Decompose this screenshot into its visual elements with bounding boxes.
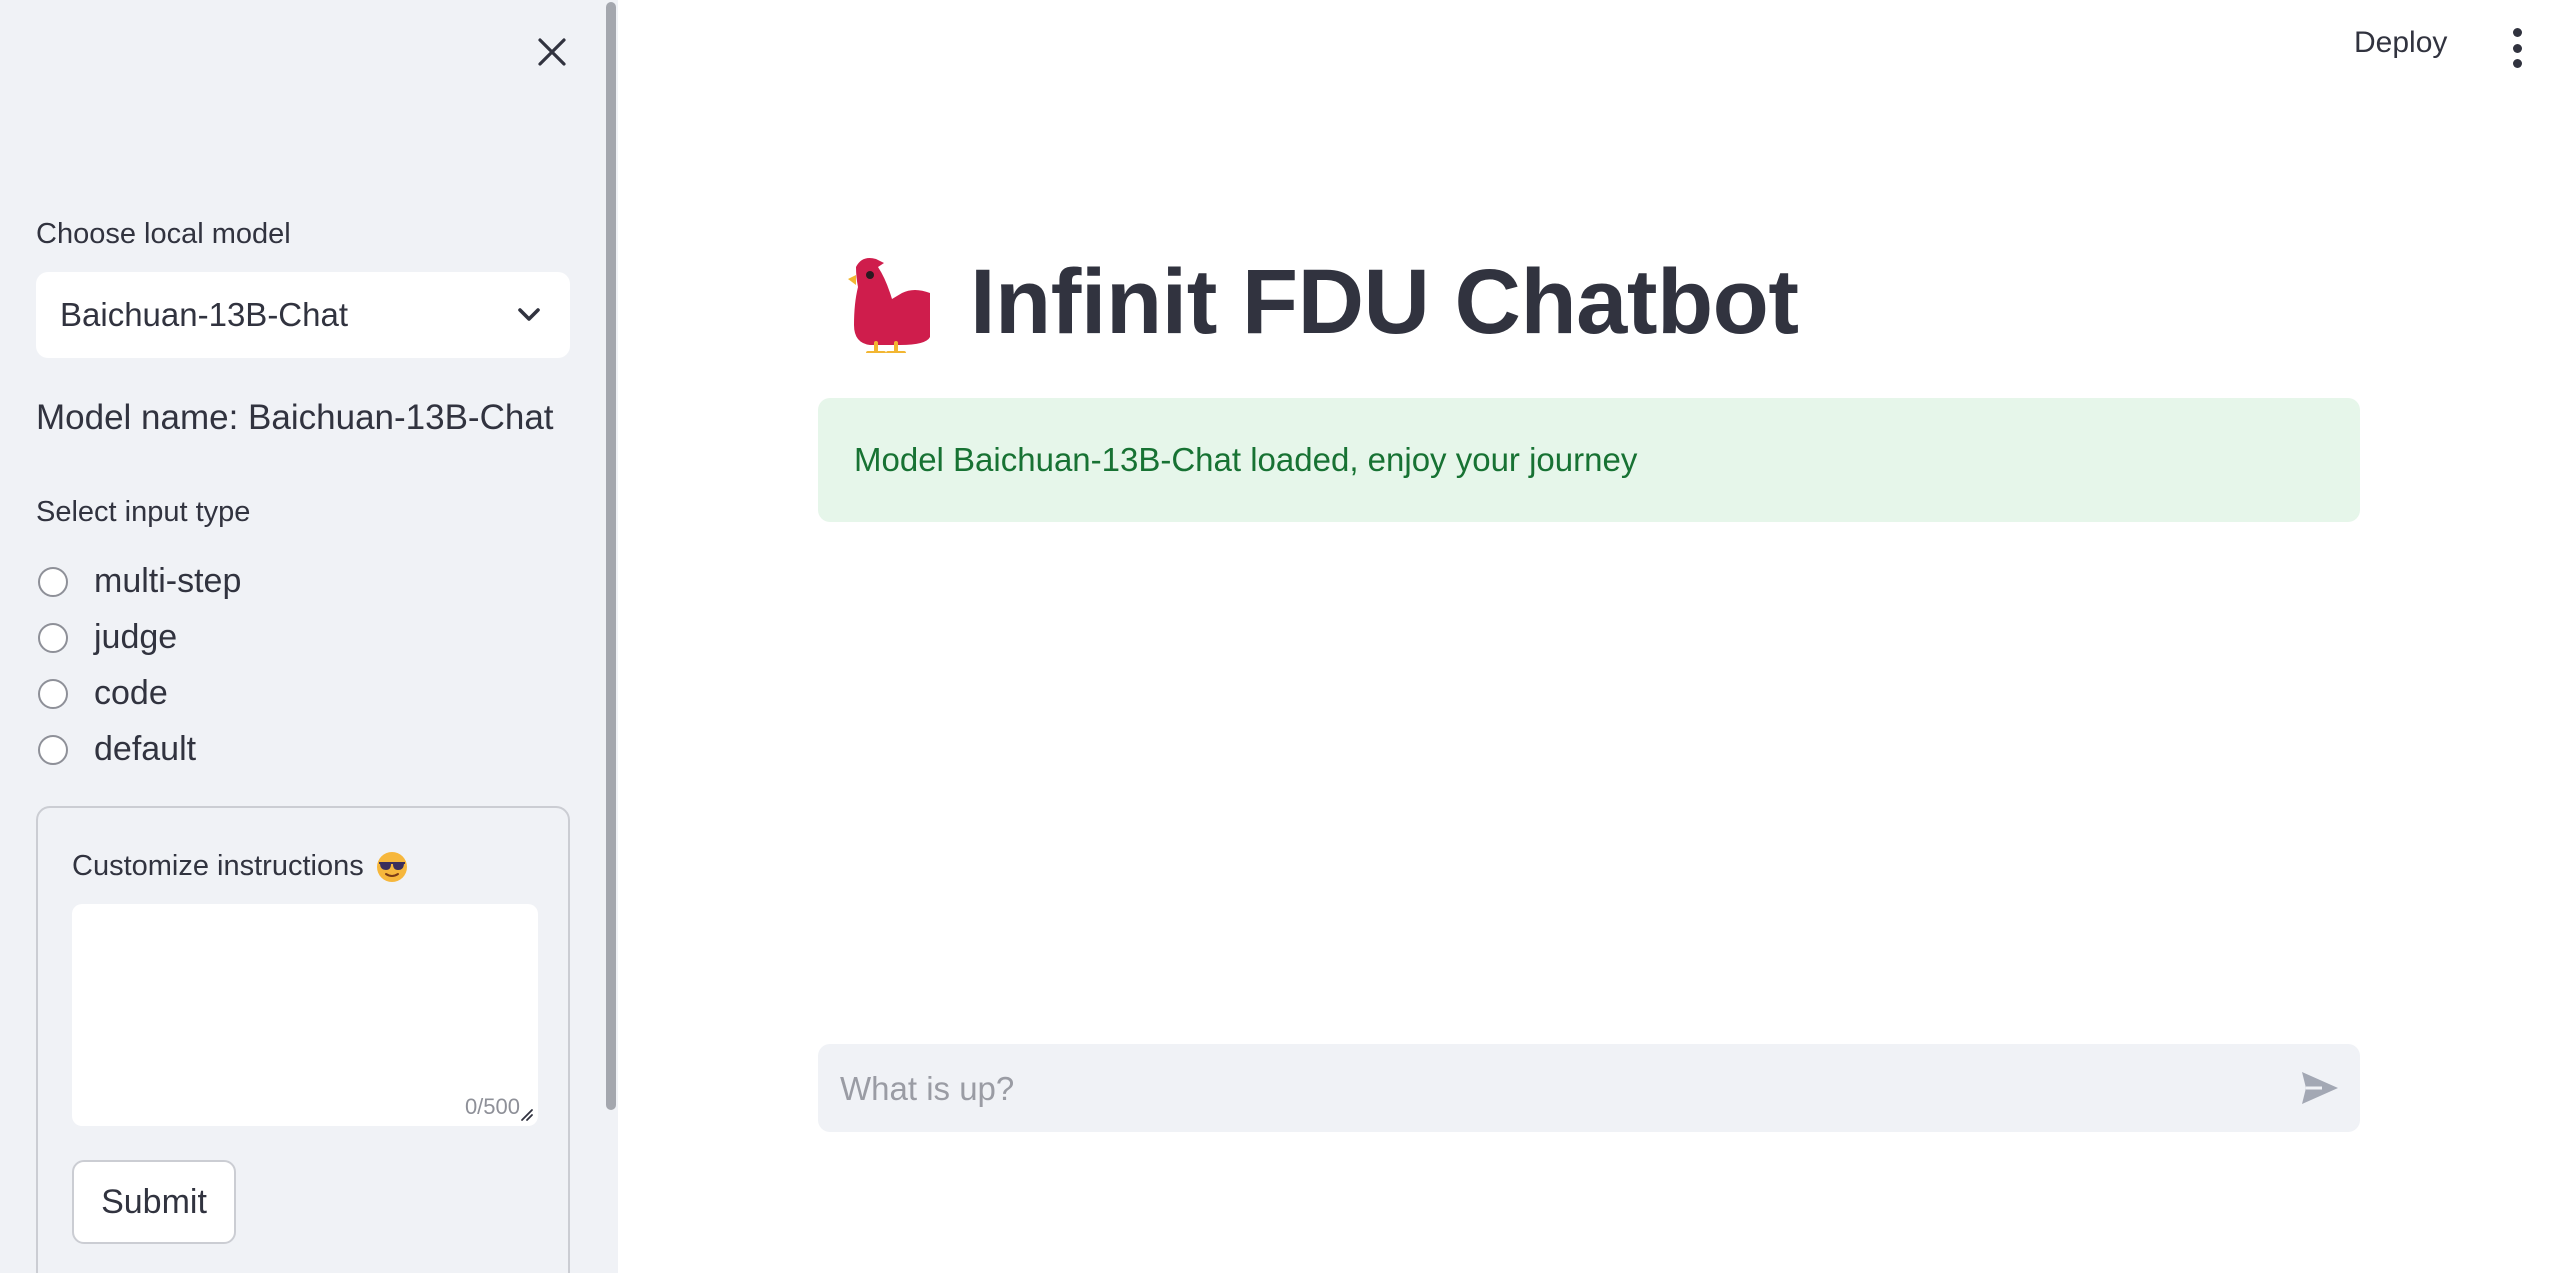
submit-button[interactable]: Submit — [72, 1160, 236, 1244]
radio-label: multi-step — [94, 562, 242, 600]
more-vertical-icon[interactable] — [2502, 28, 2532, 68]
send-icon[interactable] — [2298, 1066, 2342, 1110]
model-name-text: Model name: Baichuan-13B-Chat — [36, 398, 554, 437]
radio-button[interactable] — [38, 566, 68, 597]
instructions-label: Customize instructions — [72, 850, 408, 883]
radio-option-code[interactable]: code — [38, 674, 168, 713]
instructions-label-text: Customize instructions — [72, 850, 364, 882]
sidebar: Choose local model Baichuan-13B-Chat Mod… — [0, 0, 618, 1273]
radio-button[interactable] — [38, 622, 68, 653]
status-alert: Model Baichuan-13B-Chat loaded, enjoy yo… — [818, 398, 2360, 522]
radio-option-multi-step[interactable]: multi-step — [38, 562, 241, 601]
scrollbar-thumb[interactable] — [606, 2, 616, 1110]
resize-handle-icon[interactable] — [518, 1106, 534, 1122]
page-title-row: Infinit FDU Chatbot — [840, 250, 1799, 355]
sunglasses-emoji-icon — [376, 851, 407, 882]
radio-button[interactable] — [38, 678, 68, 709]
model-select[interactable]: Baichuan-13B-Chat — [36, 272, 570, 358]
page-title: Infinit FDU Chatbot — [970, 251, 1799, 353]
deploy-button[interactable]: Deploy — [2354, 26, 2447, 60]
radio-label: code — [94, 674, 168, 712]
input-type-label: Select input type — [36, 496, 251, 528]
radio-label: default — [94, 730, 197, 768]
sidebar-scrollbar[interactable] — [604, 0, 618, 1273]
char-count: 0/500 — [464, 1094, 520, 1119]
model-select-label: Choose local model — [36, 218, 291, 250]
instructions-textarea[interactable]: 0/500 — [72, 904, 538, 1126]
radio-option-judge[interactable]: judge — [38, 618, 177, 657]
bird-emoji-icon — [848, 257, 930, 353]
instructions-form: Customize instructions 0/500 Submit — [36, 806, 570, 1273]
close-icon — [538, 38, 566, 66]
chat-input[interactable] — [838, 1044, 2242, 1134]
radio-label: judge — [94, 618, 178, 656]
app-root: Choose local model Baichuan-13B-Chat Mod… — [0, 0, 2560, 1273]
chevron-down-icon — [518, 308, 540, 321]
radio-button[interactable] — [38, 734, 68, 765]
sidebar-close-button[interactable] — [530, 30, 574, 74]
chat-input-container — [818, 1044, 2360, 1134]
model-select-value: Baichuan-13B-Chat — [60, 296, 349, 333]
main-content: Deploy Infinit FDU Chatbot Model Baichua… — [618, 0, 2560, 1273]
radio-option-default[interactable]: default — [38, 730, 196, 769]
